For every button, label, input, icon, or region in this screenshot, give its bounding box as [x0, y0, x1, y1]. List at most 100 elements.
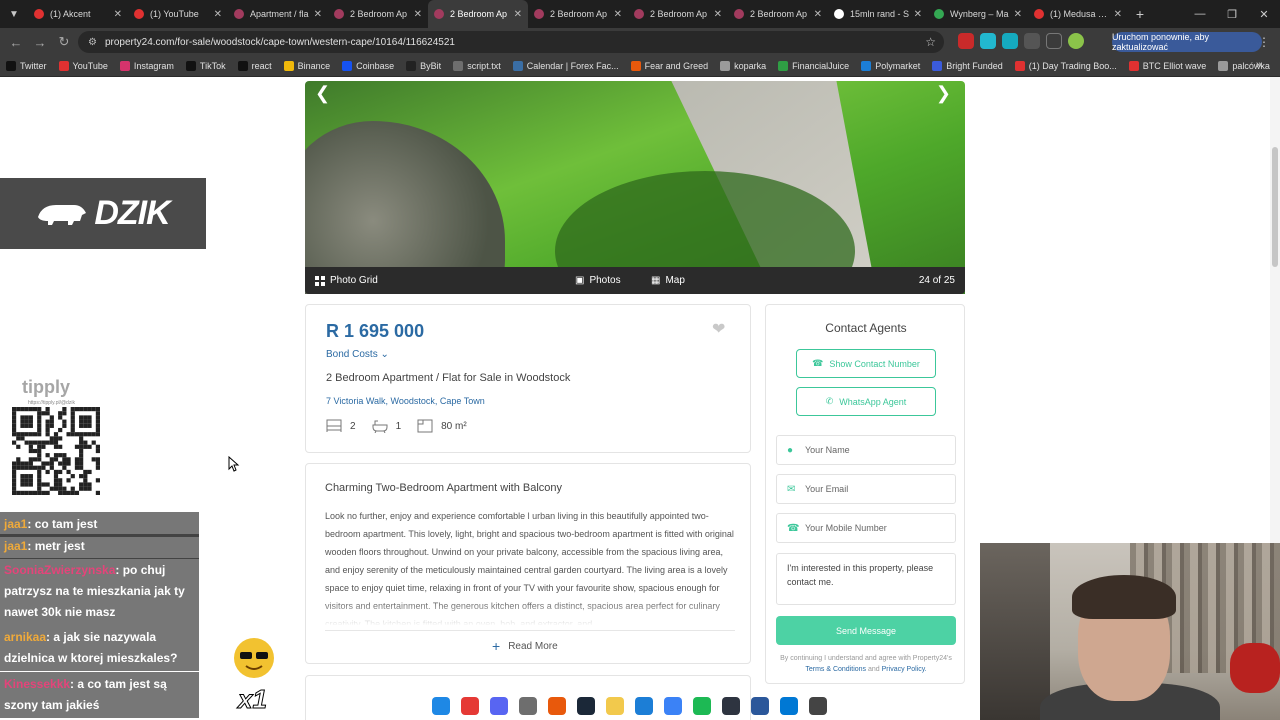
whatsapp-agent-button[interactable]: ✆ WhatsApp Agent	[796, 387, 936, 416]
taskbar-app-icon[interactable]	[606, 697, 624, 715]
scroll-thumb[interactable]	[1272, 147, 1278, 267]
bookmark-item[interactable]: koparka	[720, 61, 766, 71]
tab-search-chevron-icon[interactable]: ▼	[0, 0, 28, 28]
map-button[interactable]: ▦ Map	[651, 275, 685, 286]
next-photo-icon[interactable]: ❯	[936, 83, 951, 104]
tab-6[interactable]: 2 Bedroom Ap ✕	[628, 0, 728, 28]
bookmark-item[interactable]: react	[237, 61, 272, 71]
bookmark-item[interactable]: Calendar | Forex Fac...	[512, 61, 619, 71]
taskbar-app-icon[interactable]	[461, 697, 479, 715]
tab-2[interactable]: Apartment / fla ✕	[228, 0, 328, 28]
tab-3[interactable]: 2 Bedroom Ap ✕	[328, 0, 428, 28]
bookmark-item[interactable]: ByBit	[406, 61, 441, 71]
taskbar-app-icon[interactable]	[548, 697, 566, 715]
site-info-icon[interactable]: ⚙	[88, 37, 97, 48]
tab-close-icon[interactable]: ✕	[614, 9, 622, 20]
close-window-icon[interactable]: ✕	[1248, 0, 1280, 28]
tab-9[interactable]: Wynberg – Ma ✕	[928, 0, 1028, 28]
bookmark-item[interactable]: (1) Day Trading Boo...	[1014, 61, 1117, 71]
taskbar-app-icon[interactable]	[664, 697, 682, 715]
taskbar-app-icon[interactable]	[780, 697, 798, 715]
bookmark-item[interactable]: Binance	[283, 61, 330, 71]
tab-8[interactable]: 15mln rand - S ✕	[828, 0, 928, 28]
bookmark-item[interactable]: YouTube	[58, 61, 108, 71]
favourite-heart-icon[interactable]: ❤	[712, 319, 725, 339]
bookmark-item[interactable]: palcówka	[1218, 61, 1270, 71]
show-contact-number-button[interactable]: ☎ Show Contact Number	[796, 349, 936, 378]
tab-close-icon[interactable]: ✕	[714, 9, 722, 20]
extension-icon[interactable]	[958, 33, 974, 49]
previous-photo-icon[interactable]: ❮	[315, 83, 330, 104]
email-field[interactable]: ✉ Your Email	[776, 474, 956, 504]
taskbar-app-icon[interactable]	[722, 697, 740, 715]
photo-grid-button[interactable]: Photo Grid	[315, 275, 378, 286]
avatar[interactable]	[1068, 33, 1084, 49]
minimize-icon[interactable]: —	[1184, 0, 1216, 28]
photos-button[interactable]: ▣ Photos	[575, 275, 621, 286]
tab-close-icon[interactable]: ✕	[1014, 9, 1022, 20]
terms-link[interactable]: Terms & Conditions	[805, 666, 866, 673]
new-tab-button[interactable]: +	[1128, 6, 1152, 22]
name-field[interactable]: ● Your Name	[776, 435, 956, 465]
tab-4[interactable]: 2 Bedroom Ap ✕	[428, 0, 528, 28]
bookmark-favicon-icon	[119, 61, 130, 71]
more-bookmarks-icon[interactable]: »	[1256, 59, 1262, 71]
tab-close-icon[interactable]: ✕	[314, 9, 322, 20]
tab-close-icon[interactable]: ✕	[914, 9, 922, 20]
taskbar-app-icon[interactable]	[809, 697, 827, 715]
bookmark-item[interactable]: Instagram	[119, 61, 174, 71]
tab-10[interactable]: (1) Medusa x P ✕	[1028, 0, 1128, 28]
tab-1[interactable]: (1) YouTube ✕	[128, 0, 228, 28]
bookmark-item[interactable]: TikTok	[185, 61, 226, 71]
bookmark-favicon-icon	[630, 61, 641, 71]
taskbar-app-icon[interactable]	[519, 697, 537, 715]
tab-close-icon[interactable]: ✕	[514, 9, 522, 20]
forward-icon[interactable]: →	[28, 35, 52, 50]
chat-nick: jaa1	[4, 539, 28, 553]
read-more-button[interactable]: + Read More	[492, 638, 558, 654]
bookmark-favicon-icon	[1218, 61, 1229, 71]
tab-0[interactable]: (1) Akcent ✕	[28, 0, 128, 28]
bookmark-item[interactable]: BTC Elliot wave	[1128, 61, 1206, 71]
privacy-link[interactable]: Privacy Policy.	[882, 666, 927, 673]
tab-close-icon[interactable]: ✕	[814, 9, 822, 20]
restore-icon[interactable]: ❐	[1216, 0, 1248, 28]
extension-icon[interactable]	[1002, 33, 1018, 49]
message-textarea[interactable]: I'm interested in this property, please …	[776, 553, 956, 605]
tab-close-icon[interactable]: ✕	[214, 9, 222, 20]
puzzle-icon[interactable]	[1024, 33, 1040, 49]
taskbar-app-icon[interactable]	[751, 697, 769, 715]
bookmark-item[interactable]: Twitter	[6, 61, 47, 71]
bookmark-item[interactable]: Coinbase	[342, 61, 394, 71]
tab-7[interactable]: 2 Bedroom Ap ✕	[728, 0, 828, 28]
menu-icon[interactable]: ⋮	[1258, 35, 1270, 49]
extension-icon[interactable]	[980, 33, 996, 49]
tab-close-icon[interactable]: ✕	[114, 9, 122, 20]
taskbar-app-icon[interactable]	[490, 697, 508, 715]
tab-close-icon[interactable]: ✕	[1114, 9, 1122, 20]
taskbar-app-icon[interactable]	[577, 697, 595, 715]
taskbar-app-icon[interactable]	[432, 697, 450, 715]
back-icon[interactable]: ←	[4, 35, 28, 50]
tab-close-icon[interactable]: ✕	[414, 9, 422, 20]
bookmark-item[interactable]: Bright Funded	[932, 61, 1003, 71]
bookmark-item[interactable]: Fear and Greed	[630, 61, 708, 71]
floor-size-value: 80 m²	[441, 420, 467, 432]
bookmark-item[interactable]: FinancialJuice	[778, 61, 849, 71]
reload-icon[interactable]: ↻	[52, 34, 76, 50]
listing-address[interactable]: 7 Victoria Walk, Woodstock, Cape Town	[326, 396, 485, 406]
tab-5[interactable]: 2 Bedroom Ap ✕	[528, 0, 628, 28]
chat-message: jaa1: metr jest	[0, 534, 199, 559]
listing-photo[interactable]: ❮ ❯	[305, 81, 965, 294]
bond-costs-toggle[interactable]: Bond Costs ⌄	[326, 349, 389, 360]
media-icon[interactable]	[1046, 33, 1062, 49]
url-bar[interactable]: ⚙ property24.com/for-sale/woodstock/cape…	[78, 31, 944, 53]
mobile-field[interactable]: ☎ Your Mobile Number	[776, 513, 956, 543]
bookmark-item[interactable]: script.txt	[453, 61, 501, 71]
taskbar-app-icon[interactable]	[693, 697, 711, 715]
send-message-button[interactable]: Send Message	[776, 616, 956, 645]
bookmark-item[interactable]: Polymarket	[861, 61, 920, 71]
update-button[interactable]: Uruchom ponownie, aby zaktualizować	[1112, 32, 1262, 52]
taskbar-app-icon[interactable]	[635, 697, 653, 715]
bookmark-star-icon[interactable]: ☆	[925, 35, 936, 49]
